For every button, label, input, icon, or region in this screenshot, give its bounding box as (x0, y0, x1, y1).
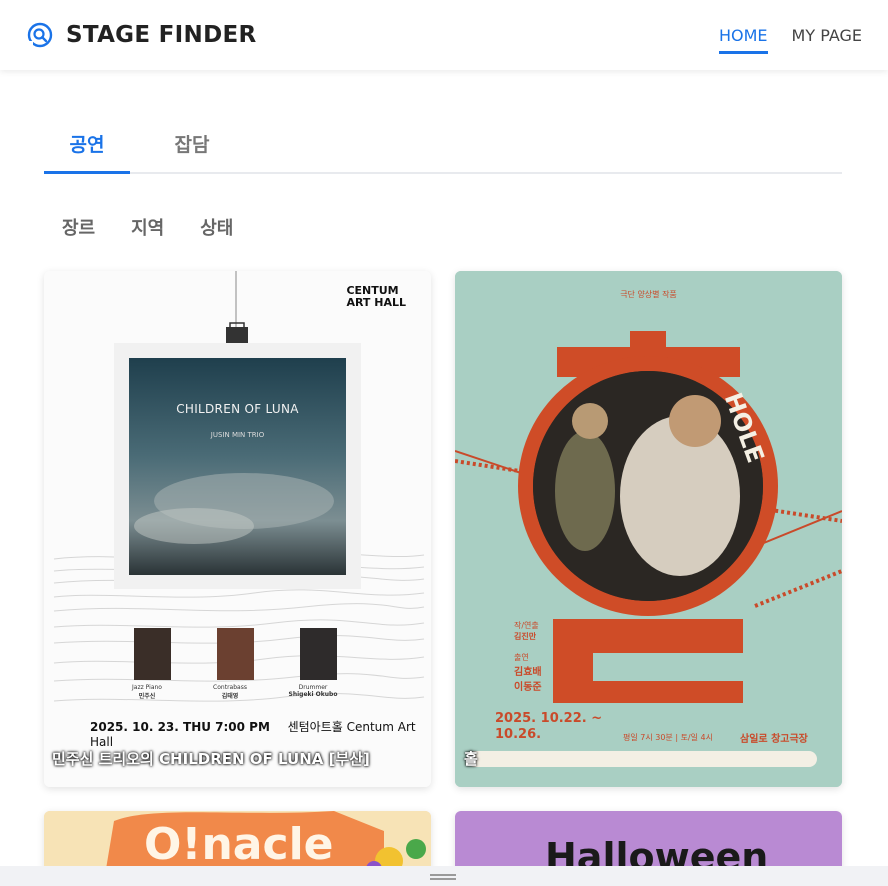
tab-performance[interactable]: 공연 (44, 130, 130, 174)
nav-home[interactable]: HOME (718, 26, 768, 54)
bottom-drag-bar[interactable] (0, 866, 888, 886)
top-nav: HOME MY PAGE (718, 26, 862, 54)
drag-handle-icon[interactable] (430, 874, 456, 880)
performance-card[interactable]: 극단 양상별 작품 HOLE 작/연출 김진만 출연 김효배 이동준 2025.… (455, 271, 842, 787)
category-tabs: 공연 잡담 (44, 130, 842, 174)
poster-venue: 삼일로 창고극장 (740, 734, 808, 745)
poster-company: 극단 양상별 작품 (620, 290, 677, 299)
card-title: 홀 (464, 750, 478, 768)
filter-bar: 장르 지역 상태 (62, 214, 233, 240)
musician: Jazz Piano 민주신 (132, 684, 162, 700)
app-logo[interactable]: STAGE FINDER (26, 21, 257, 49)
app-title: STAGE FINDER (66, 22, 257, 48)
venue-logo: CENTUM ART HALL (346, 284, 406, 309)
poster-headline: O!nacle (144, 819, 334, 870)
filter-status[interactable]: 상태 (200, 214, 233, 240)
poster-image (455, 271, 842, 787)
poster-dates: 2025. 10.22. ~ 10.26. (495, 711, 603, 742)
search-ticket-icon (27, 22, 53, 48)
poster-director: 작/연출 김진만 (514, 621, 539, 641)
filter-region[interactable]: 지역 (131, 214, 164, 240)
tab-chat[interactable]: 잡담 (149, 130, 235, 174)
poster-image (44, 271, 431, 787)
poster-date: 2025. 10. 23. THU 7:00 PM 센텀아트홀 Centum A… (90, 720, 416, 749)
poster-cast: 출연 김효배 이동준 (514, 653, 542, 693)
album-title: CHILDREN OF LUNA (176, 402, 299, 416)
album-subtitle: JUSIN MIN TRIO (210, 431, 265, 439)
poster-times: 평일 7시 30분 | 토/일 4시 (623, 733, 713, 742)
musician: Drummer Shigeki Okubo (288, 684, 338, 698)
card-title: 민주신 트리오의 CHILDREN OF LUNA [부산] (52, 750, 370, 768)
performance-card[interactable]: CENTUM ART HALL CHILDREN OF LUNA JUSIN M… (44, 271, 431, 787)
app-header: STAGE FINDER HOME MY PAGE (0, 0, 888, 70)
nav-my-page[interactable]: MY PAGE (792, 26, 862, 54)
filter-genre[interactable]: 장르 (62, 214, 95, 240)
musician: Contrabass 김태영 (213, 684, 247, 700)
